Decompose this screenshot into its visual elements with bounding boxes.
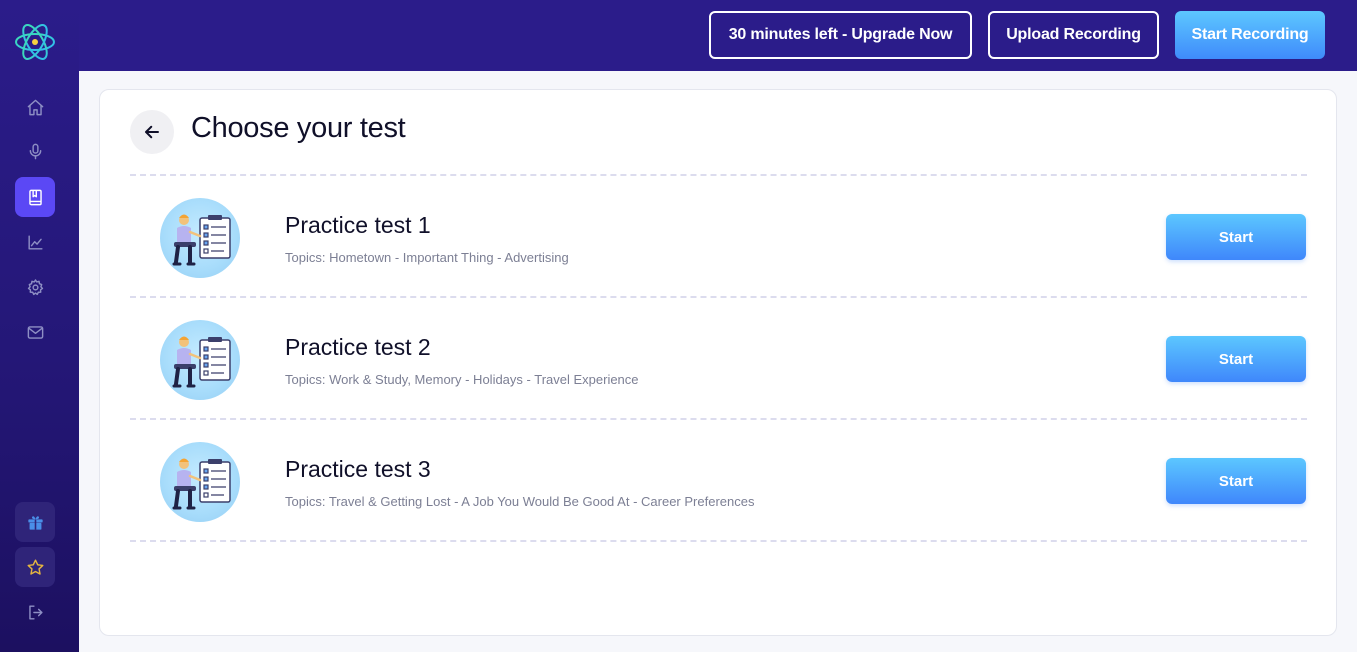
star-icon [27,559,43,575]
home-icon [27,99,43,115]
book-icon [28,189,42,205]
test-title: Practice test 1 [285,212,431,238]
logout-icon [28,604,43,620]
test-illustration-icon [160,198,240,278]
test-topics: Topics: Work & Study, Memory - Holidays … [285,372,639,387]
test-row: Practice test 3 Topics: Travel & Getting… [130,420,1307,540]
arrow-left-icon [145,125,159,139]
start-test-3-button[interactable]: Start [1166,458,1306,504]
gear-icon [27,278,43,295]
nav-settings[interactable] [15,267,55,307]
test-title: Practice test 2 [285,334,431,360]
gift-icon [27,515,43,530]
start-test-2-button[interactable]: Start [1166,336,1306,382]
start-recording-button[interactable]: Start Recording [1175,11,1325,59]
test-row: Practice test 1 Topics: Hometown - Impor… [130,176,1307,296]
nav-messages[interactable] [15,312,55,352]
test-topics: Topics: Travel & Getting Lost - A Job Yo… [285,494,755,509]
upload-recording-button[interactable]: Upload Recording [988,11,1159,59]
test-title: Practice test 3 [285,456,431,482]
top-bar: 30 minutes left - Upgrade Now Upload Rec… [79,0,1357,71]
nav-tests[interactable] [15,177,55,217]
back-button[interactable] [130,110,174,154]
nav-rate[interactable] [15,547,55,587]
test-topics: Topics: Hometown - Important Thing - Adv… [285,250,569,265]
test-row: Practice test 2 Topics: Work & Study, Me… [130,298,1307,418]
test-illustration-icon [160,442,240,522]
upgrade-button[interactable]: 30 minutes left - Upgrade Now [709,11,972,59]
nav-home[interactable] [15,87,55,127]
test-selection-card: Choose your test Practice test 1 Topics:… [99,89,1337,636]
page-title: Choose your test [191,112,406,144]
nav-gift[interactable] [15,502,55,542]
chart-icon [27,234,43,250]
mail-icon [27,325,43,339]
nav-recordings[interactable] [15,131,55,171]
test-illustration-icon [160,320,240,400]
divider [130,540,1307,542]
start-test-1-button[interactable]: Start [1166,214,1306,260]
sidebar [0,0,79,652]
logo-icon[interactable] [14,21,56,63]
microphone-icon [29,143,41,159]
nav-logout[interactable] [15,592,55,632]
nav-statistics[interactable] [15,222,55,262]
